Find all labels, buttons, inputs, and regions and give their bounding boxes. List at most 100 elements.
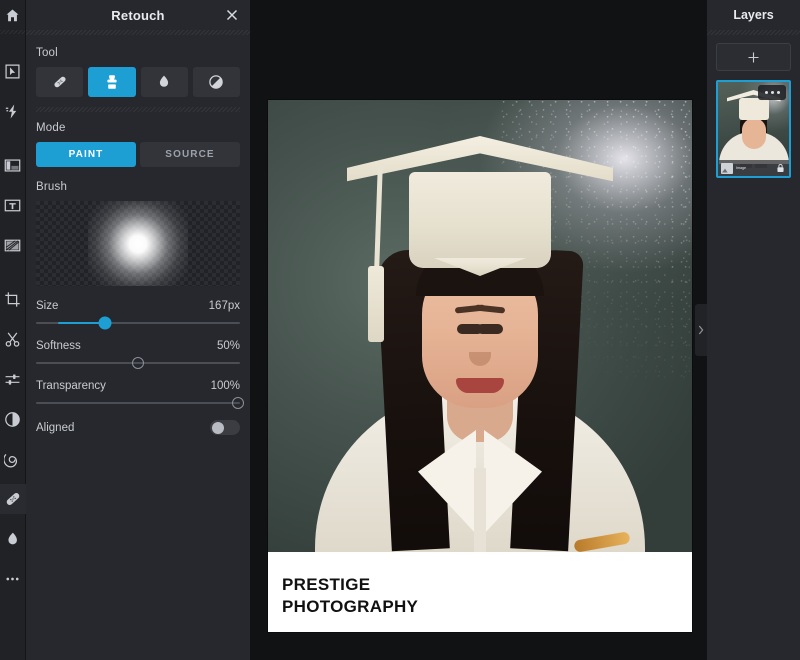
photo-tassel	[368, 266, 384, 342]
photo-canvas[interactable]: PRESTIGE PHOTOGRAPHY	[268, 100, 692, 632]
layers-title: Layers	[733, 8, 773, 22]
panel-header: Retouch	[26, 0, 250, 30]
sidebar-item-cutout[interactable]	[0, 324, 26, 354]
sidebar-item-contrast[interactable]	[0, 404, 26, 434]
tool-dodge-burn-button[interactable]	[193, 67, 240, 97]
section-divider	[36, 107, 240, 112]
sidebar-item-crop[interactable]	[0, 284, 26, 314]
sidebar-item-draw[interactable]	[0, 524, 26, 554]
list-item[interactable]: Image	[716, 80, 791, 178]
panel-body: Tool	[26, 35, 250, 660]
photo-mouth	[456, 378, 504, 393]
sidebar-item-retouch[interactable]	[0, 484, 26, 514]
layer-footer: Image	[718, 160, 789, 176]
caption-line-2: PHOTOGRAPHY	[282, 596, 692, 618]
mode-source-button[interactable]: SOURCE	[140, 142, 240, 167]
size-slider-header: Size 167px	[36, 300, 240, 312]
lock-icon	[776, 163, 785, 173]
photo-editor-app: Retouch Tool	[0, 0, 800, 660]
select-arrow-icon	[4, 63, 21, 80]
stamp-icon	[103, 73, 121, 91]
softness-label: Softness	[36, 340, 81, 352]
tool-section-label: Tool	[36, 47, 240, 59]
transparency-value: 100%	[211, 380, 240, 392]
transparency-slider-handle[interactable]	[232, 397, 244, 409]
retouch-panel: Retouch Tool	[26, 0, 250, 660]
aligned-row: Aligned	[36, 420, 240, 435]
transparency-slider-header: Transparency 100%	[36, 380, 240, 392]
photo-eye-right	[477, 324, 503, 334]
rail-items	[0, 34, 25, 604]
chevron-right-icon	[698, 325, 704, 335]
close-button[interactable]	[224, 7, 240, 23]
mode-options: PAINT SOURCE	[36, 142, 240, 167]
softness-slider-block: Softness 50%	[36, 340, 240, 364]
add-layer-button[interactable]	[716, 43, 791, 71]
brush-preview[interactable]	[36, 201, 240, 286]
auto-enhance-icon	[4, 103, 21, 120]
scissors-icon	[4, 331, 21, 348]
caption-line-1: PRESTIGE	[282, 574, 692, 596]
layers-body: Image	[707, 35, 800, 178]
sidebar-item-layout[interactable]	[0, 150, 26, 180]
brush-section-label: Brush	[36, 181, 240, 193]
sidebar-item-select[interactable]	[0, 56, 26, 86]
layers-collapse-handle[interactable]	[695, 304, 707, 356]
photo-placket	[474, 468, 486, 552]
sidebar-item-more[interactable]	[0, 564, 26, 594]
layer-thumb-cap	[739, 98, 769, 120]
size-slider-block: Size 167px	[36, 300, 240, 324]
aligned-label: Aligned	[36, 422, 74, 434]
more-dots-icon	[777, 91, 780, 94]
half-circle-icon	[207, 73, 225, 91]
size-slider-handle[interactable]	[99, 317, 112, 330]
water-drop-icon	[155, 73, 173, 91]
sidebar-item-pattern[interactable]	[0, 230, 26, 260]
size-value: 167px	[209, 300, 240, 312]
sidebar-item-adjust[interactable]	[0, 364, 26, 394]
contrast-icon	[4, 411, 21, 428]
pattern-icon	[4, 238, 21, 253]
spiral-icon	[4, 451, 21, 468]
size-slider[interactable]	[36, 322, 240, 324]
tool-rail	[0, 0, 26, 660]
aligned-toggle[interactable]	[210, 420, 240, 435]
size-label: Size	[36, 300, 58, 312]
bandage-icon	[4, 490, 22, 508]
tool-smudge-button[interactable]	[141, 67, 188, 97]
brush-glow	[88, 201, 188, 286]
plus-icon	[747, 51, 760, 64]
layers-header: Layers	[707, 0, 800, 30]
softness-value: 50%	[217, 340, 240, 352]
photo-tassel-cord	[374, 162, 383, 272]
layers-panel: Layers	[707, 0, 800, 660]
canvas-area[interactable]: PRESTIGE PHOTOGRAPHY	[250, 0, 707, 660]
sidebar-item-effects[interactable]	[0, 444, 26, 474]
more-dots-icon	[771, 91, 774, 94]
layer-thumb-face	[742, 118, 766, 149]
softness-slider-header: Softness 50%	[36, 340, 240, 352]
softness-slider-handle[interactable]	[132, 357, 144, 369]
layer-name: Image	[736, 166, 772, 170]
tool-clone-stamp-button[interactable]	[88, 67, 135, 97]
mode-paint-button[interactable]: PAINT	[36, 142, 136, 167]
sliders-icon	[4, 372, 21, 387]
transparency-slider[interactable]	[36, 402, 240, 404]
close-icon	[226, 9, 238, 21]
sidebar-item-text[interactable]	[0, 190, 26, 220]
tool-heal-button[interactable]	[36, 67, 83, 97]
mode-section-label: Mode	[36, 122, 240, 134]
transparency-slider-block: Transparency 100%	[36, 380, 240, 404]
home-button[interactable]	[0, 0, 25, 30]
bandage-icon	[51, 73, 69, 91]
layer-menu-button[interactable]	[758, 85, 786, 100]
tool-options	[36, 67, 240, 97]
sidebar-item-enhance[interactable]	[0, 96, 26, 126]
softness-slider[interactable]	[36, 362, 240, 364]
transparency-label: Transparency	[36, 380, 106, 392]
layer-lock-button[interactable]	[775, 163, 786, 173]
crop-icon	[4, 291, 21, 308]
more-dots-icon	[765, 91, 768, 94]
more-dots-icon	[4, 576, 21, 582]
brush-icon	[4, 531, 21, 548]
